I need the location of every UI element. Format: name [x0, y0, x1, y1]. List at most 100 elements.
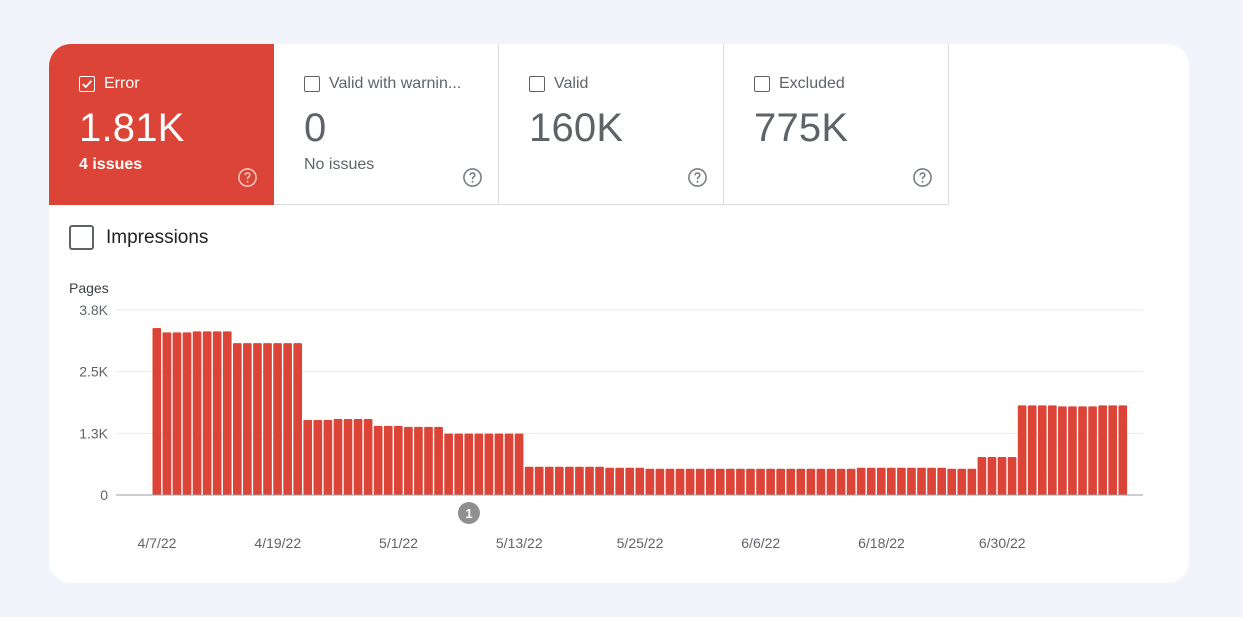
bar: [343, 419, 353, 495]
bar: [565, 466, 574, 495]
bar: [1017, 405, 1027, 495]
bar: [524, 466, 534, 495]
bar: [907, 467, 916, 495]
bar: [1058, 406, 1067, 495]
bar: [655, 468, 665, 495]
bar: [454, 433, 464, 495]
bar: [1037, 405, 1047, 495]
bar: [232, 343, 242, 495]
bar: [383, 425, 393, 495]
bar: [977, 457, 987, 495]
bar: [1078, 406, 1087, 495]
bar: [997, 457, 1007, 495]
bar: [625, 467, 635, 495]
bar: [182, 332, 192, 495]
bar: [695, 468, 705, 495]
bar: [957, 468, 967, 495]
x-tick-label: 6/18/22: [858, 535, 905, 551]
bar: [414, 426, 423, 495]
bar: [585, 466, 594, 495]
bar: [605, 467, 614, 495]
bar: [665, 468, 675, 495]
bar: [172, 332, 182, 495]
bar: [786, 468, 796, 495]
y-tick-label: 1.3K: [79, 425, 108, 441]
bar: [1027, 405, 1037, 495]
bar: [876, 467, 886, 495]
x-tick-label: 4/19/22: [254, 535, 301, 551]
bar: [937, 467, 946, 495]
bar: [947, 468, 957, 495]
bar: [202, 331, 212, 495]
bar: [1048, 405, 1057, 495]
bar: [615, 467, 625, 495]
bar: [776, 468, 785, 495]
bar: [685, 468, 695, 495]
bar: [212, 331, 222, 495]
bar: [373, 425, 383, 495]
bar: [726, 468, 735, 495]
x-tick-label: 4/7/22: [138, 535, 177, 551]
bar: [1118, 405, 1128, 495]
x-tick-label: 6/6/22: [741, 535, 780, 551]
bar: [393, 425, 403, 495]
bar: [313, 420, 323, 495]
bar: [494, 433, 504, 495]
bar: [736, 468, 745, 495]
bar: [303, 420, 313, 495]
bar: [826, 468, 836, 495]
bar: [424, 426, 433, 495]
bar: [796, 468, 806, 495]
bar: [162, 332, 172, 495]
bar: [846, 468, 856, 495]
bar: [705, 468, 715, 495]
bar: [595, 466, 604, 495]
index-coverage-card: Error 1.81K 4 issues Valid with warnin..…: [49, 44, 1189, 583]
bar: [363, 419, 373, 495]
bar: [816, 468, 826, 495]
bar: [645, 468, 655, 495]
bar: [836, 468, 846, 495]
bar: [967, 468, 977, 495]
bar: [484, 433, 494, 495]
bar: [554, 466, 564, 495]
bar: [273, 343, 282, 495]
bar: [806, 468, 816, 495]
bar: [323, 420, 333, 495]
bar: [766, 468, 775, 495]
bar: [917, 467, 926, 495]
bar: [353, 419, 363, 495]
bar: [434, 426, 443, 495]
x-tick-label: 6/30/22: [979, 535, 1026, 551]
bar: [987, 457, 997, 495]
bar: [635, 467, 645, 495]
bar: [927, 467, 936, 495]
bar: [504, 433, 514, 495]
bar: [222, 331, 232, 495]
bar: [1108, 405, 1118, 495]
bar: [474, 433, 484, 495]
x-tick-label: 5/25/22: [617, 535, 664, 551]
bar: [1098, 405, 1107, 495]
bar: [575, 466, 584, 495]
bar: [856, 467, 866, 495]
x-tick-label: 5/13/22: [496, 535, 543, 551]
bar: [534, 466, 544, 495]
y-tick-label: 2.5K: [79, 364, 108, 380]
bar: [464, 433, 474, 495]
bar: [404, 426, 413, 495]
bar: [544, 466, 554, 495]
bar: [746, 468, 755, 495]
bar: [293, 343, 303, 495]
bar: [263, 343, 272, 495]
y-axis-label: Pages: [69, 280, 109, 296]
bar: [1068, 406, 1077, 495]
y-tick-label: 0: [100, 487, 108, 503]
annotation-label: 1: [465, 506, 472, 521]
y-tick-label: 3.8K: [79, 302, 108, 318]
bar: [444, 433, 453, 495]
pages-bar-chart: Pages 0 1.3K 2.5K 3.8K 4/7/22 4/19/22 5/1/22 5/1…: [69, 280, 1143, 551]
x-tick-label: 5/1/22: [379, 535, 418, 551]
bar: [152, 328, 162, 495]
bar: [253, 343, 262, 495]
